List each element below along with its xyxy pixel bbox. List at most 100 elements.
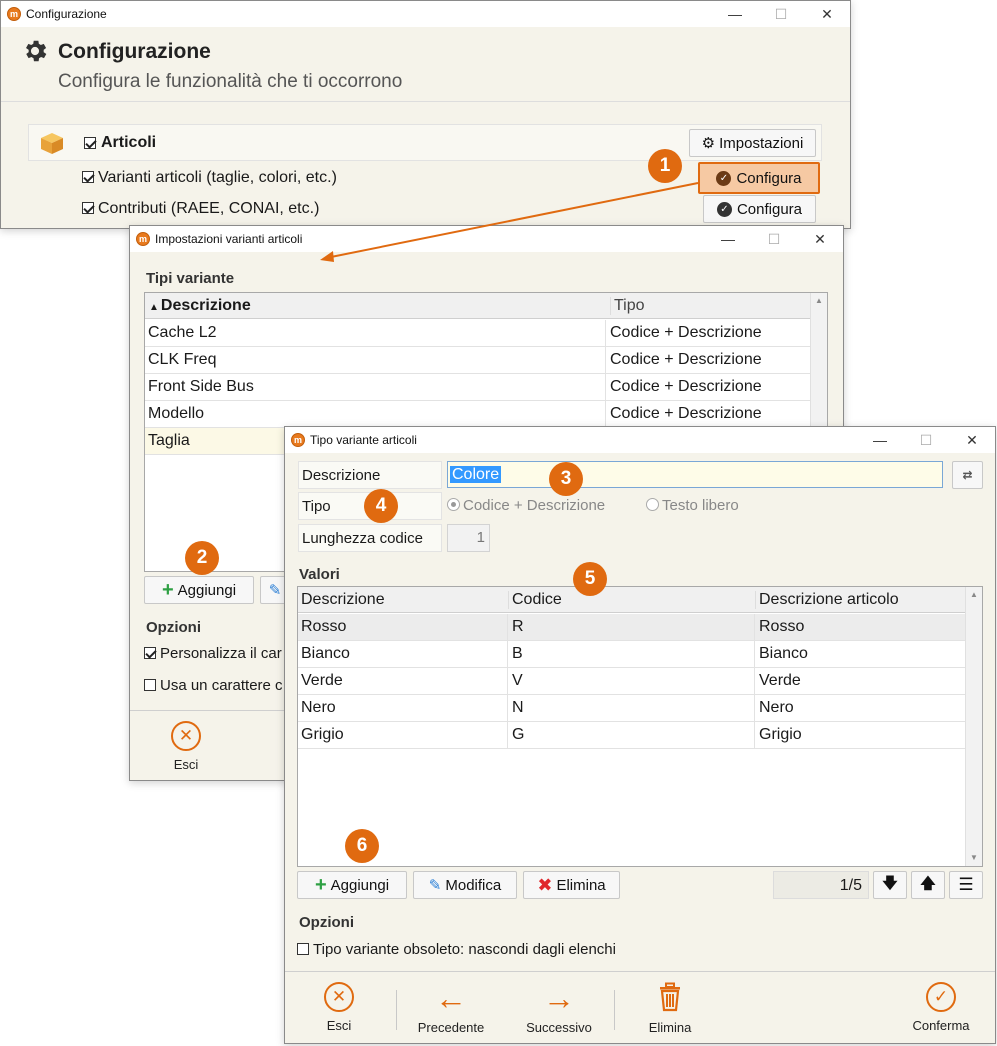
cell-codice: V xyxy=(508,668,755,695)
elimina-label: Elimina xyxy=(556,876,606,894)
conferma-label: Conferma xyxy=(912,1018,970,1033)
window-title: Tipo variante articoli xyxy=(310,433,417,447)
tipo-radio-testo[interactable]: Testo libero xyxy=(646,497,739,514)
step-badge-3: 3 xyxy=(549,462,583,496)
hamburger-menu-icon: ☰ xyxy=(958,875,974,894)
pager-display: 1/5 xyxy=(773,871,869,899)
table-row[interactable]: CLK Freq Codice + Descrizione xyxy=(145,347,810,374)
plus-icon: + xyxy=(314,873,327,896)
precedente-button[interactable]: ← Precedente xyxy=(407,982,495,1035)
lunghezza-field-label: Lunghezza codice xyxy=(298,524,442,552)
arrow-right-icon: → xyxy=(543,980,575,1016)
close-button[interactable]: ✕ xyxy=(949,427,995,453)
usa-carattere-label: Usa un carattere c xyxy=(160,677,283,694)
step-badge-6: 6 xyxy=(345,829,379,863)
table-row[interactable]: Grigio G Grigio xyxy=(298,722,965,749)
successivo-label: Successivo xyxy=(526,1020,592,1035)
vertical-scrollbar[interactable]: ▲ ▼ xyxy=(965,587,982,866)
bottom-toolbar: ✕ Esci ← Precedente → Successivo Elimina… xyxy=(285,971,995,1043)
aggiungi-label: Aggiungi xyxy=(330,876,390,894)
move-down-button[interactable]: 🡇 xyxy=(873,871,907,899)
radio-icon xyxy=(646,498,659,511)
cell-tipo: Codice + Descrizione xyxy=(606,320,810,347)
table-row[interactable]: Front Side Bus Codice + Descrizione xyxy=(145,374,810,401)
descrizione-value: Colore xyxy=(450,466,502,483)
elimina-toolbar-button[interactable]: Elimina xyxy=(635,982,705,1035)
opzioni-label: Opzioni xyxy=(146,619,201,636)
arrow-up-icon: 🡅 xyxy=(920,874,936,892)
table-row[interactable]: Bianco B Bianco xyxy=(298,641,965,668)
aggiungi-valore-button[interactable]: + Aggiungi xyxy=(297,871,407,899)
close-circle-icon: ✕ xyxy=(171,721,201,751)
cell-codice: N xyxy=(508,695,755,722)
cell-descrizione: Rosso xyxy=(298,614,508,641)
opzioni-label: Opzioni xyxy=(299,914,354,931)
scroll-down-icon[interactable]: ▼ xyxy=(966,850,982,866)
personalizza-checkbox[interactable] xyxy=(144,647,156,659)
step-badge-4: 4 xyxy=(364,489,398,523)
elimina-valore-button[interactable]: ✖ Elimina xyxy=(523,871,620,899)
lunghezza-input[interactable]: 1 xyxy=(447,524,490,552)
arrow-down-icon: 🡇 xyxy=(882,874,898,892)
cell-tipo: Codice + Descrizione xyxy=(606,401,810,428)
cell-tipo: Codice + Descrizione xyxy=(606,347,810,374)
esci-button[interactable]: ✕ Esci xyxy=(158,721,214,772)
cell-descrizione-articolo: Verde xyxy=(755,668,965,695)
modifica-valore-button[interactable]: ✎ Modifica xyxy=(413,871,517,899)
tipo-radio-codice[interactable]: Codice + Descrizione xyxy=(447,497,605,514)
cell-descrizione: Front Side Bus xyxy=(145,374,606,401)
menu-button[interactable]: ☰ xyxy=(949,871,983,899)
table-row[interactable]: Modello Codice + Descrizione xyxy=(145,401,810,428)
minimize-button[interactable]: — xyxy=(857,427,903,453)
cell-codice: R xyxy=(508,614,755,641)
cell-descrizione: Bianco xyxy=(298,641,508,668)
cell-descrizione: Verde xyxy=(298,668,508,695)
esci-label: Esci xyxy=(173,757,199,772)
valori-label: Valori xyxy=(299,566,340,583)
conferma-button[interactable]: ✓ Conferma xyxy=(903,982,979,1033)
check-circle-icon: ✓ xyxy=(926,982,956,1012)
descrizione-input[interactable]: Colore xyxy=(447,461,943,488)
move-up-button[interactable]: 🡅 xyxy=(911,871,945,899)
esci-button[interactable]: ✕ Esci xyxy=(309,982,369,1033)
column-header-codice[interactable]: Codice xyxy=(508,591,562,609)
modifica-label: Modifica xyxy=(445,876,502,894)
usa-carattere-checkbox[interactable] xyxy=(144,679,156,691)
sort-asc-icon: ▲ xyxy=(149,302,159,313)
close-circle-icon: ✕ xyxy=(324,982,354,1012)
valori-grid[interactable]: Descrizione Codice Descrizione articolo … xyxy=(297,586,983,867)
scroll-up-icon[interactable]: ▲ xyxy=(966,587,982,603)
table-row[interactable]: Cache L2 Codice + Descrizione xyxy=(145,320,810,347)
table-row[interactable]: Nero N Nero xyxy=(298,695,965,722)
precedente-label: Precedente xyxy=(417,1020,485,1035)
successivo-button[interactable]: → Successivo xyxy=(515,982,603,1035)
step-badge-2: 2 xyxy=(185,541,219,575)
cell-codice: B xyxy=(508,641,755,668)
plus-icon: + xyxy=(161,578,174,601)
delete-x-icon: ✖ xyxy=(537,874,553,895)
trash-icon xyxy=(635,982,705,1014)
aggiungi-label: Aggiungi xyxy=(177,581,237,599)
aggiungi-button[interactable]: + Aggiungi xyxy=(144,576,254,604)
esci-label: Esci xyxy=(326,1018,352,1033)
translate-button[interactable]: ⇄ xyxy=(952,461,983,489)
table-row[interactable]: Verde V Verde xyxy=(298,668,965,695)
edit-icon: ✎ xyxy=(428,877,442,894)
maximize-button[interactable]: ☐ xyxy=(903,427,949,453)
callout-arrow xyxy=(320,182,699,262)
arrow-left-icon: ← xyxy=(435,980,467,1016)
grid-header: Descrizione Codice Descrizione articolo xyxy=(298,587,982,613)
toolbar-separator xyxy=(396,990,397,1030)
column-header-descrizione[interactable]: Descrizione xyxy=(301,591,385,609)
column-header-descrizione-articolo[interactable]: Descrizione articolo xyxy=(755,591,899,609)
step-badge-5: 5 xyxy=(573,562,607,596)
cell-descrizione-articolo: Bianco xyxy=(755,641,965,668)
personalizza-label: Personalizza il car xyxy=(160,645,282,662)
toolbar-separator xyxy=(614,990,615,1030)
table-row[interactable]: Rosso R Rosso xyxy=(298,614,965,641)
cell-tipo: Codice + Descrizione xyxy=(606,374,810,401)
obsoleto-checkbox[interactable] xyxy=(297,943,309,955)
cell-descrizione-articolo: Rosso xyxy=(755,614,965,641)
edit-icon: ✎ xyxy=(268,582,282,599)
obsoleto-label: Tipo variante obsoleto: nascondi dagli e… xyxy=(313,941,616,958)
